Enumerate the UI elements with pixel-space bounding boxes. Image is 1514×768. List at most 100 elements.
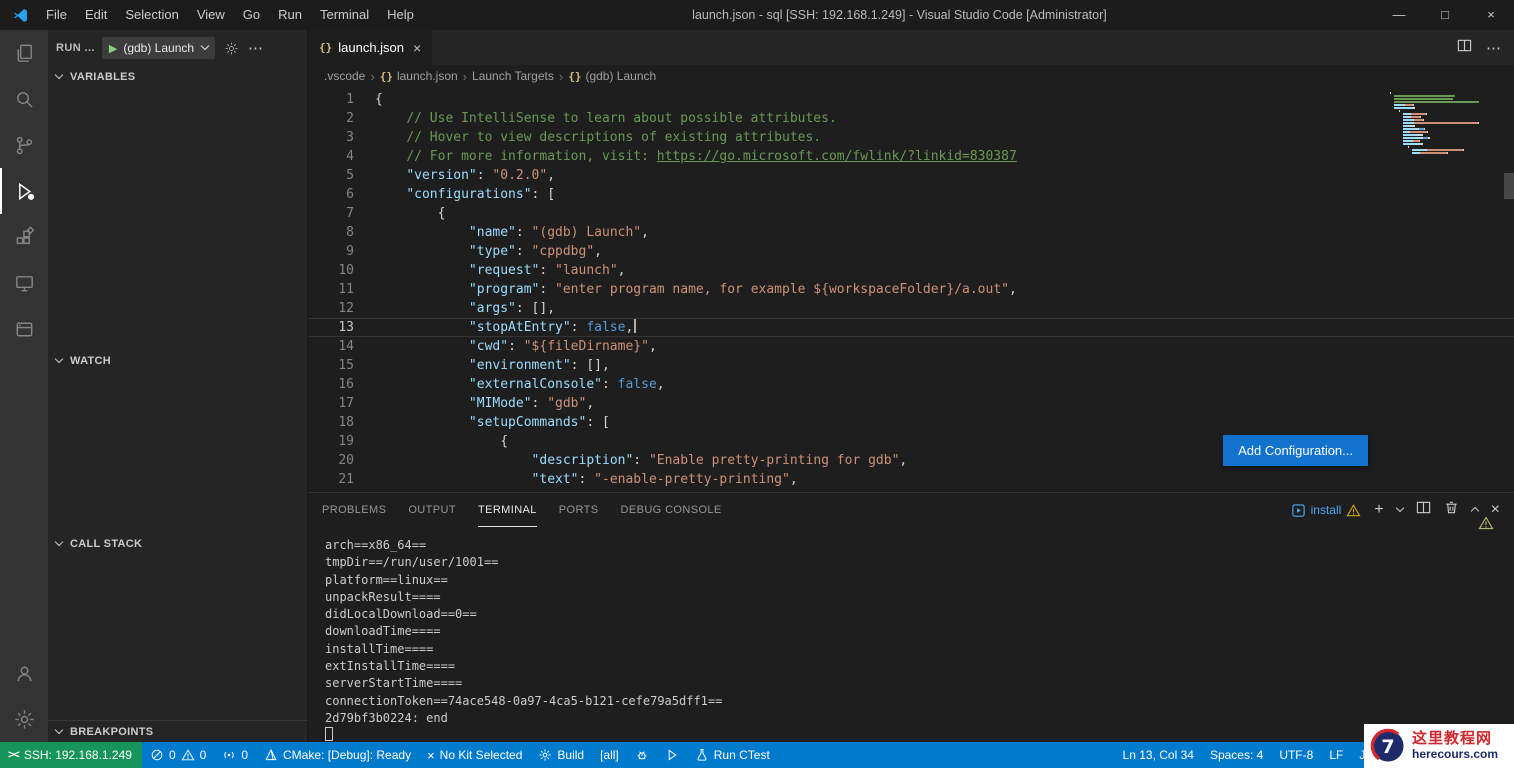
code-line[interactable]: 12 "args": [], (308, 299, 1514, 318)
line-number[interactable]: 18 (320, 413, 354, 432)
split-editor-icon[interactable] (1457, 38, 1472, 58)
line-number[interactable]: 10 (320, 261, 354, 280)
menu-view[interactable]: View (188, 0, 234, 30)
menu-selection[interactable]: Selection (116, 0, 187, 30)
terminal-output[interactable]: arch==x86_64== tmpDir==/run/user/1001== pl… (308, 527, 1514, 745)
line-number[interactable]: 7 (320, 204, 354, 223)
start-debugging-icon[interactable]: ▶ (109, 42, 117, 55)
menu-run[interactable]: Run (269, 0, 311, 30)
status-eol[interactable]: LF (1321, 742, 1351, 768)
line-number[interactable]: 9 (320, 242, 354, 261)
vm-targets-icon[interactable] (0, 306, 48, 352)
line-number[interactable]: 4 (320, 147, 354, 166)
line-number[interactable]: 2 (320, 109, 354, 128)
debug-settings-gear-icon[interactable] (224, 41, 239, 56)
breadcrumb-item-launch-targets[interactable]: Launch Targets (472, 69, 554, 83)
code-line[interactable]: 14 "cwd": "${fileDirname}", (308, 337, 1514, 356)
status-cmake-kit[interactable]: × No Kit Selected (419, 742, 530, 768)
line-number[interactable]: 6 (320, 185, 354, 204)
new-terminal-icon[interactable]: + (1374, 502, 1383, 518)
code-line[interactable]: 3 // Hover to view descriptions of exist… (308, 128, 1514, 147)
maximize-button[interactable]: □ (1422, 0, 1468, 30)
panel-tab-ports[interactable]: PORTS (559, 493, 599, 527)
code-line[interactable]: 16 "externalConsole": false, (308, 375, 1514, 394)
minimap[interactable] (1390, 92, 1500, 155)
panel-tab-output[interactable]: OUTPUT (408, 493, 456, 527)
line-number[interactable]: 1 (320, 90, 354, 109)
status-problems[interactable]: 00 (142, 742, 214, 768)
code-line[interactable]: 11 "program": "enter program name, for e… (308, 280, 1514, 299)
kill-terminal-icon[interactable] (1444, 500, 1459, 520)
debug-more-actions-icon[interactable]: ⋯ (248, 39, 264, 57)
line-number[interactable]: 8 (320, 223, 354, 242)
line-number[interactable]: 19 (320, 432, 354, 451)
extensions-icon[interactable] (0, 214, 48, 260)
breadcrumb-item-gdb-launch[interactable]: {} (gdb) Launch (568, 69, 656, 83)
launch-config-select[interactable]: ▶ (gdb) Launch (101, 37, 216, 59)
menu-file[interactable]: File (37, 0, 76, 30)
panel-tab-problems[interactable]: PROBLEMS (322, 493, 386, 527)
code-line[interactable]: 18 "setupCommands": [ (308, 413, 1514, 432)
code-line[interactable]: 8 "name": "(gdb) Launch", (308, 223, 1514, 242)
section-breakpoints[interactable]: BREAKPOINTS (48, 720, 307, 742)
split-terminal-icon[interactable] (1416, 500, 1431, 520)
add-configuration-button[interactable]: Add Configuration... (1223, 435, 1368, 466)
section-variables[interactable]: VARIABLES (48, 66, 307, 88)
status-cmake-build[interactable]: Build (530, 742, 592, 768)
menu-go[interactable]: Go (234, 0, 269, 30)
code-line[interactable]: 15 "environment": [], (308, 356, 1514, 375)
line-number[interactable]: 5 (320, 166, 354, 185)
tab-launch-json[interactable]: {} launch.json × (308, 30, 434, 65)
menu-edit[interactable]: Edit (76, 0, 116, 30)
status-forwarded-ports[interactable]: 0 (214, 742, 256, 768)
status-remote-indicator[interactable]: >< SSH: 192.168.1.249 (0, 742, 142, 768)
menu-help[interactable]: Help (378, 0, 423, 30)
run-debug-icon[interactable] (0, 168, 48, 214)
status-cmake-launch[interactable] (657, 742, 687, 768)
code-line[interactable]: 1{ (308, 90, 1514, 109)
code-line[interactable]: 21 "text": "-enable-pretty-printing", (308, 470, 1514, 489)
line-number[interactable]: 21 (320, 470, 354, 489)
code-line[interactable]: 10 "request": "launch", (308, 261, 1514, 280)
search-icon[interactable] (0, 76, 48, 122)
account-icon[interactable] (0, 650, 48, 696)
status-cmake-debug[interactable] (627, 742, 657, 768)
panel-tab-debug-console[interactable]: DEBUG CONSOLE (621, 493, 722, 527)
code-line[interactable]: 2 // Use IntelliSense to learn about pos… (308, 109, 1514, 128)
line-number[interactable]: 20 (320, 451, 354, 470)
explorer-icon[interactable] (0, 30, 48, 76)
tab-close-icon[interactable]: × (413, 40, 421, 56)
menu-terminal[interactable]: Terminal (311, 0, 378, 30)
maximize-panel-icon[interactable] (1470, 506, 1479, 516)
line-number[interactable]: 11 (320, 280, 354, 299)
editor-scrollbar[interactable] (1504, 173, 1514, 199)
remote-explorer-icon[interactable] (0, 260, 48, 306)
code-editor[interactable]: 1{2 // Use IntelliSense to learn about p… (308, 87, 1514, 492)
line-number[interactable]: 3 (320, 128, 354, 147)
status-cursor-position[interactable]: Ln 13, Col 34 (1115, 742, 1202, 768)
line-number[interactable]: 14 (320, 337, 354, 356)
editor-more-actions-icon[interactable]: ⋯ (1486, 39, 1502, 57)
section-call-stack[interactable]: CALL STACK (48, 533, 307, 555)
breadcrumb-item-vscode[interactable]: .vscode (324, 69, 365, 83)
status-run-ctest[interactable]: Run CTest (687, 742, 778, 768)
terminal-profile-install[interactable]: install (1291, 503, 1362, 518)
terminal-warning-icon[interactable] (1478, 515, 1494, 531)
line-number[interactable]: 15 (320, 356, 354, 375)
source-control-icon[interactable] (0, 122, 48, 168)
terminal-dropdown-icon[interactable] (1395, 503, 1404, 513)
minimize-button[interactable]: — (1376, 0, 1422, 30)
panel-tab-terminal[interactable]: TERMINAL (477, 493, 537, 527)
code-line[interactable]: 4 // For more information, visit: https:… (308, 147, 1514, 166)
breadcrumb-item-launch-json[interactable]: {} launch.json (380, 69, 458, 83)
line-number[interactable]: 12 (320, 299, 354, 318)
code-line[interactable]: 7 { (308, 204, 1514, 223)
code-line[interactable]: 17 "MIMode": "gdb", (308, 394, 1514, 413)
status-cmake-status[interactable]: CMake: [Debug]: Ready (256, 742, 419, 768)
code-line[interactable]: 13 "stopAtEntry": false, (308, 318, 1514, 337)
line-number[interactable]: 17 (320, 394, 354, 413)
status-indentation[interactable]: Spaces: 4 (1202, 742, 1271, 768)
line-number[interactable]: 13 (320, 318, 354, 337)
line-number[interactable]: 16 (320, 375, 354, 394)
section-watch[interactable]: WATCH (48, 350, 307, 372)
